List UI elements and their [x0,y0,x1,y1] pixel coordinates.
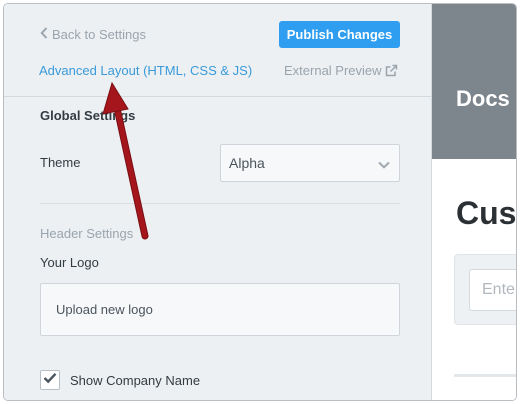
external-link-icon [385,64,398,77]
preview-search-panel [454,254,516,325]
show-company-name-option[interactable]: Show Company Name [40,370,200,390]
global-settings-heading: Global Settings [40,108,136,123]
preview-divider [454,374,516,377]
show-company-name-checkbox[interactable] [40,370,60,390]
advanced-layout-link[interactable]: Advanced Layout (HTML, CSS & JS) [39,63,252,78]
back-to-settings-link[interactable]: Back to Settings [40,27,146,42]
section-divider [40,203,400,204]
upload-logo-button[interactable]: Upload new logo [40,283,400,336]
external-preview-link[interactable]: External Preview [284,63,398,78]
preview-page-title: Cust [456,195,517,231]
publish-changes-button[interactable]: Publish Changes [279,21,400,48]
upload-logo-label: Upload new logo [56,302,153,317]
theme-select-value: Alpha [229,155,265,171]
header-settings-heading: Header Settings [40,226,134,241]
external-preview-label: External Preview [284,63,382,78]
back-link-label: Back to Settings [52,27,146,42]
checkmark-icon [43,371,57,389]
screenshot-frame: Back to Settings Publish Changes Advance… [3,3,517,401]
site-preview: Docs Cust [432,4,517,400]
theme-label: Theme [40,155,81,170]
settings-topbar: Back to Settings Publish Changes Advance… [4,4,431,97]
preview-search-input[interactable] [469,269,516,311]
preview-brand: Docs [456,86,510,111]
chevron-left-icon [40,27,48,42]
preview-header: Docs [432,4,516,159]
settings-panel: Back to Settings Publish Changes Advance… [4,4,432,400]
theme-select[interactable]: Alpha [220,144,400,182]
chevron-down-icon [378,156,390,174]
show-company-name-label: Show Company Name [70,372,201,388]
your-logo-label: Your Logo [40,255,99,270]
